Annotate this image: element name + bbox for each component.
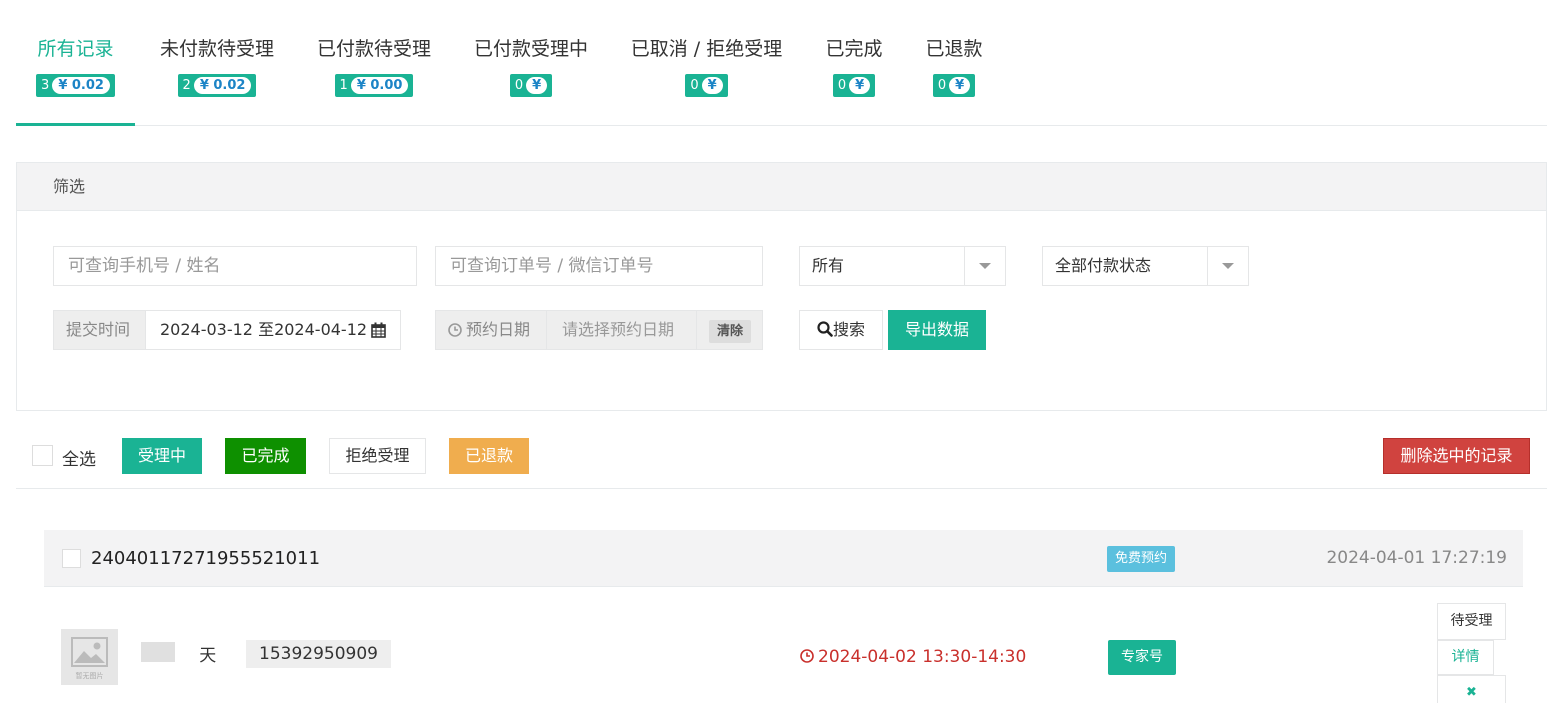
tab-label: 所有记录 (37, 38, 114, 60)
tab-label: 已退款 (925, 38, 983, 60)
tab-unpaid-pending[interactable]: 未付款待受理 2 ¥ 0.02 (158, 0, 276, 126)
submit-time-value: 2024-03-12 至2024-04-12 (160, 320, 368, 339)
avatar-placeholder-image: 暂无图片 (61, 629, 118, 685)
tab-label: 已完成 (825, 38, 883, 60)
order-number: 24040117271955521011 (91, 548, 321, 569)
tab-label: 已付款受理中 (473, 38, 588, 60)
appointment-time: 2024-04-02 13:30-14:30 (800, 647, 1026, 667)
type-select[interactable]: 所有 (799, 246, 1006, 286)
cancel-icon[interactable]: ✖ (1437, 675, 1506, 703)
booking-date-label-addon: 预约日期 (435, 310, 547, 350)
tab-cancelled-rejected[interactable]: 已取消 / 拒绝受理 0 ¥ (630, 0, 783, 126)
clear-date-button[interactable]: 清除 (709, 320, 752, 343)
tab-count-badge: 1 ¥ 0.00 (334, 74, 414, 97)
search-button-label: 搜索 (832, 320, 865, 339)
clock-icon (800, 649, 814, 663)
reject-button[interactable]: 拒绝受理 (329, 438, 426, 474)
created-time: 2024-04-01 17:27:19 (1326, 548, 1507, 568)
tab-count-badge: 0 ¥ (832, 74, 876, 97)
submit-time-range-input[interactable]: 2024-03-12 至2024-04-12 (145, 310, 401, 350)
tab-count-badge: 2 ¥ 0.02 (177, 74, 257, 97)
bulk-action-bar: 全选 受理中 已完成 拒绝受理 已退款 删除选中的记录 (16, 421, 1547, 489)
mark-completed-button[interactable]: 已完成 (225, 438, 306, 474)
search-icon (817, 321, 833, 337)
submit-time-label: 提交时间 (53, 310, 146, 350)
payment-status-select[interactable]: 全部付款状态 (1042, 246, 1249, 286)
export-data-button[interactable]: 导出数据 (888, 310, 986, 350)
tab-count-badge: 3 ¥ 0.02 (36, 74, 115, 97)
select-all-label: 全选 (62, 450, 96, 470)
phone-number: 15392950909 (246, 640, 391, 668)
delete-selected-button[interactable]: 删除选中的记录 (1383, 438, 1530, 474)
order-record-header: 24040117271955521011 免费预约 2024-04-01 17:… (44, 530, 1523, 587)
filter-panel: 筛选 可查询手机号 / 姓名 可查询订单号 / 微信订单号 所有 全部付款状态 … (16, 162, 1547, 411)
chevron-down-icon (1207, 247, 1248, 285)
phone-name-search-input[interactable]: 可查询手机号 / 姓名 (53, 246, 417, 286)
tab-paid-processing[interactable]: 已付款受理中 0 ¥ (473, 0, 589, 126)
chevron-down-icon (964, 247, 1005, 285)
status-tabs: 所有记录 3 ¥ 0.02 未付款待受理 2 ¥ 0.02 已付款待受理 1 ¥ 0.… (16, 0, 1547, 126)
filter-title: 筛选 (17, 163, 1546, 211)
tab-count-badge: 0 ¥ (685, 74, 728, 97)
booking-date-input[interactable]: 请选择预约日期 (546, 310, 697, 350)
detail-button[interactable]: 详情 (1437, 640, 1494, 675)
tab-paid-pending[interactable]: 已付款待受理 1 ¥ 0.00 (316, 0, 432, 126)
tab-all-records[interactable]: 所有记录 3 ¥ 0.02 (16, 0, 135, 126)
tab-completed[interactable]: 已完成 0 ¥ (822, 0, 886, 126)
pending-status-button[interactable]: 待受理 (1437, 603, 1506, 640)
type-select-value: 所有 (812, 256, 845, 275)
tab-label: 已取消 / 拒绝受理 (630, 38, 783, 60)
mark-processing-button[interactable]: 受理中 (122, 438, 202, 474)
orders-page: 所有记录 3 ¥ 0.02 未付款待受理 2 ¥ 0.02 已付款待受理 1 ¥ 0.… (0, 0, 1551, 703)
tab-refunded[interactable]: 已退款 0 ¥ (922, 0, 986, 126)
booking-date-clear-wrap: 清除 (696, 310, 763, 350)
search-button[interactable]: 搜索 (799, 310, 883, 350)
appointment-time-text: 2024-04-02 13:30-14:30 (818, 647, 1027, 667)
clock-icon (448, 323, 462, 337)
patient-name: 天 (156, 646, 217, 666)
order-number-search-input[interactable]: 可查询订单号 / 微信订单号 (435, 246, 763, 286)
payment-status-value: 全部付款状态 (1055, 256, 1152, 275)
tab-label: 已付款待受理 (316, 38, 431, 60)
image-icon (71, 637, 108, 667)
booking-type-tag: 免费预约 (1107, 546, 1176, 572)
no-image-text: 暂无图片 (75, 672, 104, 680)
record-checkbox[interactable] (62, 549, 81, 568)
booking-date-label: 预约日期 (466, 320, 531, 339)
tab-count-badge: 0 ¥ (509, 74, 553, 97)
mark-refunded-button[interactable]: 已退款 (449, 438, 529, 474)
service-type-tag: 专家号 (1108, 640, 1176, 675)
tab-count-badge: 0 ¥ (932, 74, 976, 97)
select-all-checkbox[interactable] (32, 445, 53, 466)
order-record: 24040117271955521011 免费预约 2024-04-01 17:… (16, 500, 1547, 703)
calendar-icon (371, 322, 386, 338)
tab-label: 未付款待受理 (159, 38, 274, 60)
